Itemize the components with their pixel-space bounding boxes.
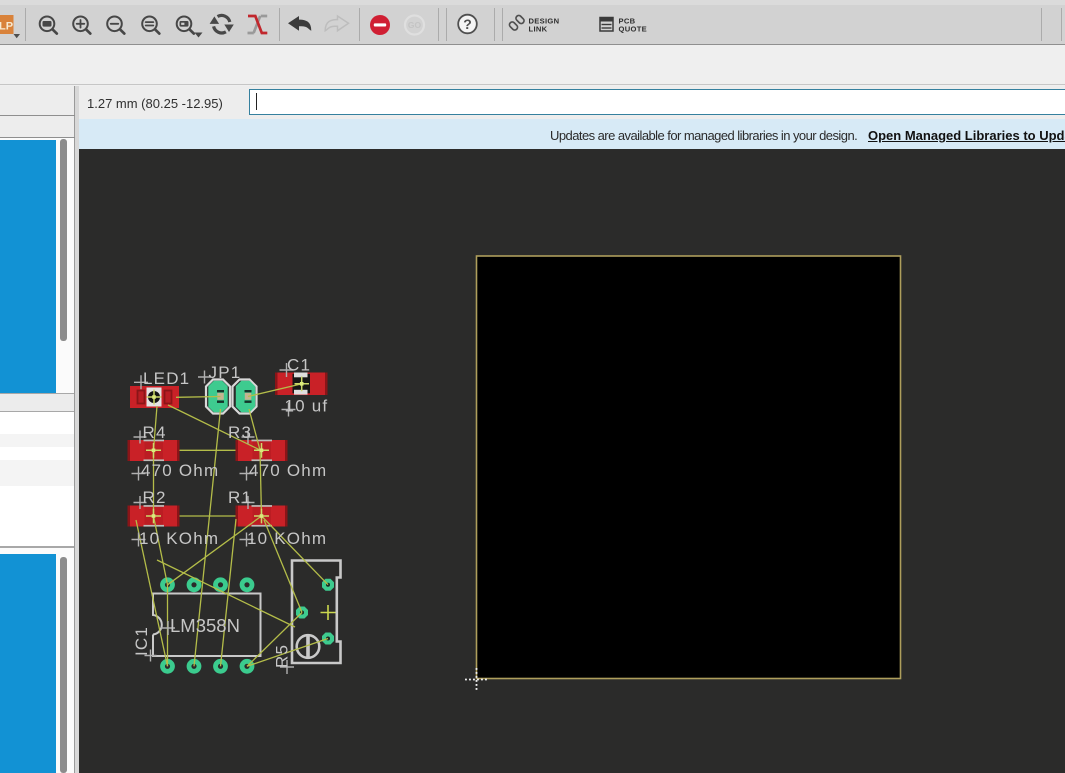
svg-text:JP1: JP1 <box>209 363 242 382</box>
svg-text:R3: R3 <box>228 423 252 442</box>
svg-text:470 Ohm: 470 Ohm <box>249 461 327 480</box>
svg-text:LM358N: LM358N <box>170 615 240 636</box>
svg-text:LP: LP <box>0 21 13 33</box>
svg-text:R2: R2 <box>143 488 167 507</box>
svg-text:R1: R1 <box>228 488 252 507</box>
svg-text:QUOTE: QUOTE <box>619 25 648 34</box>
svg-text:R5: R5 <box>273 644 292 668</box>
svg-text:GO: GO <box>408 20 422 30</box>
svg-text:LINK: LINK <box>529 25 548 34</box>
svg-text:LED1: LED1 <box>143 369 190 388</box>
svg-text:470 Ohm: 470 Ohm <box>141 461 219 480</box>
svg-text:?: ? <box>463 16 472 32</box>
svg-text:10 KOhm: 10 KOhm <box>247 529 327 548</box>
svg-text:R4: R4 <box>143 423 167 442</box>
svg-text:10 uf: 10 uf <box>285 397 329 416</box>
svg-text:C1: C1 <box>287 356 311 375</box>
svg-text:IC1: IC1 <box>132 626 151 656</box>
svg-text:10 KOhm: 10 KOhm <box>139 529 219 548</box>
